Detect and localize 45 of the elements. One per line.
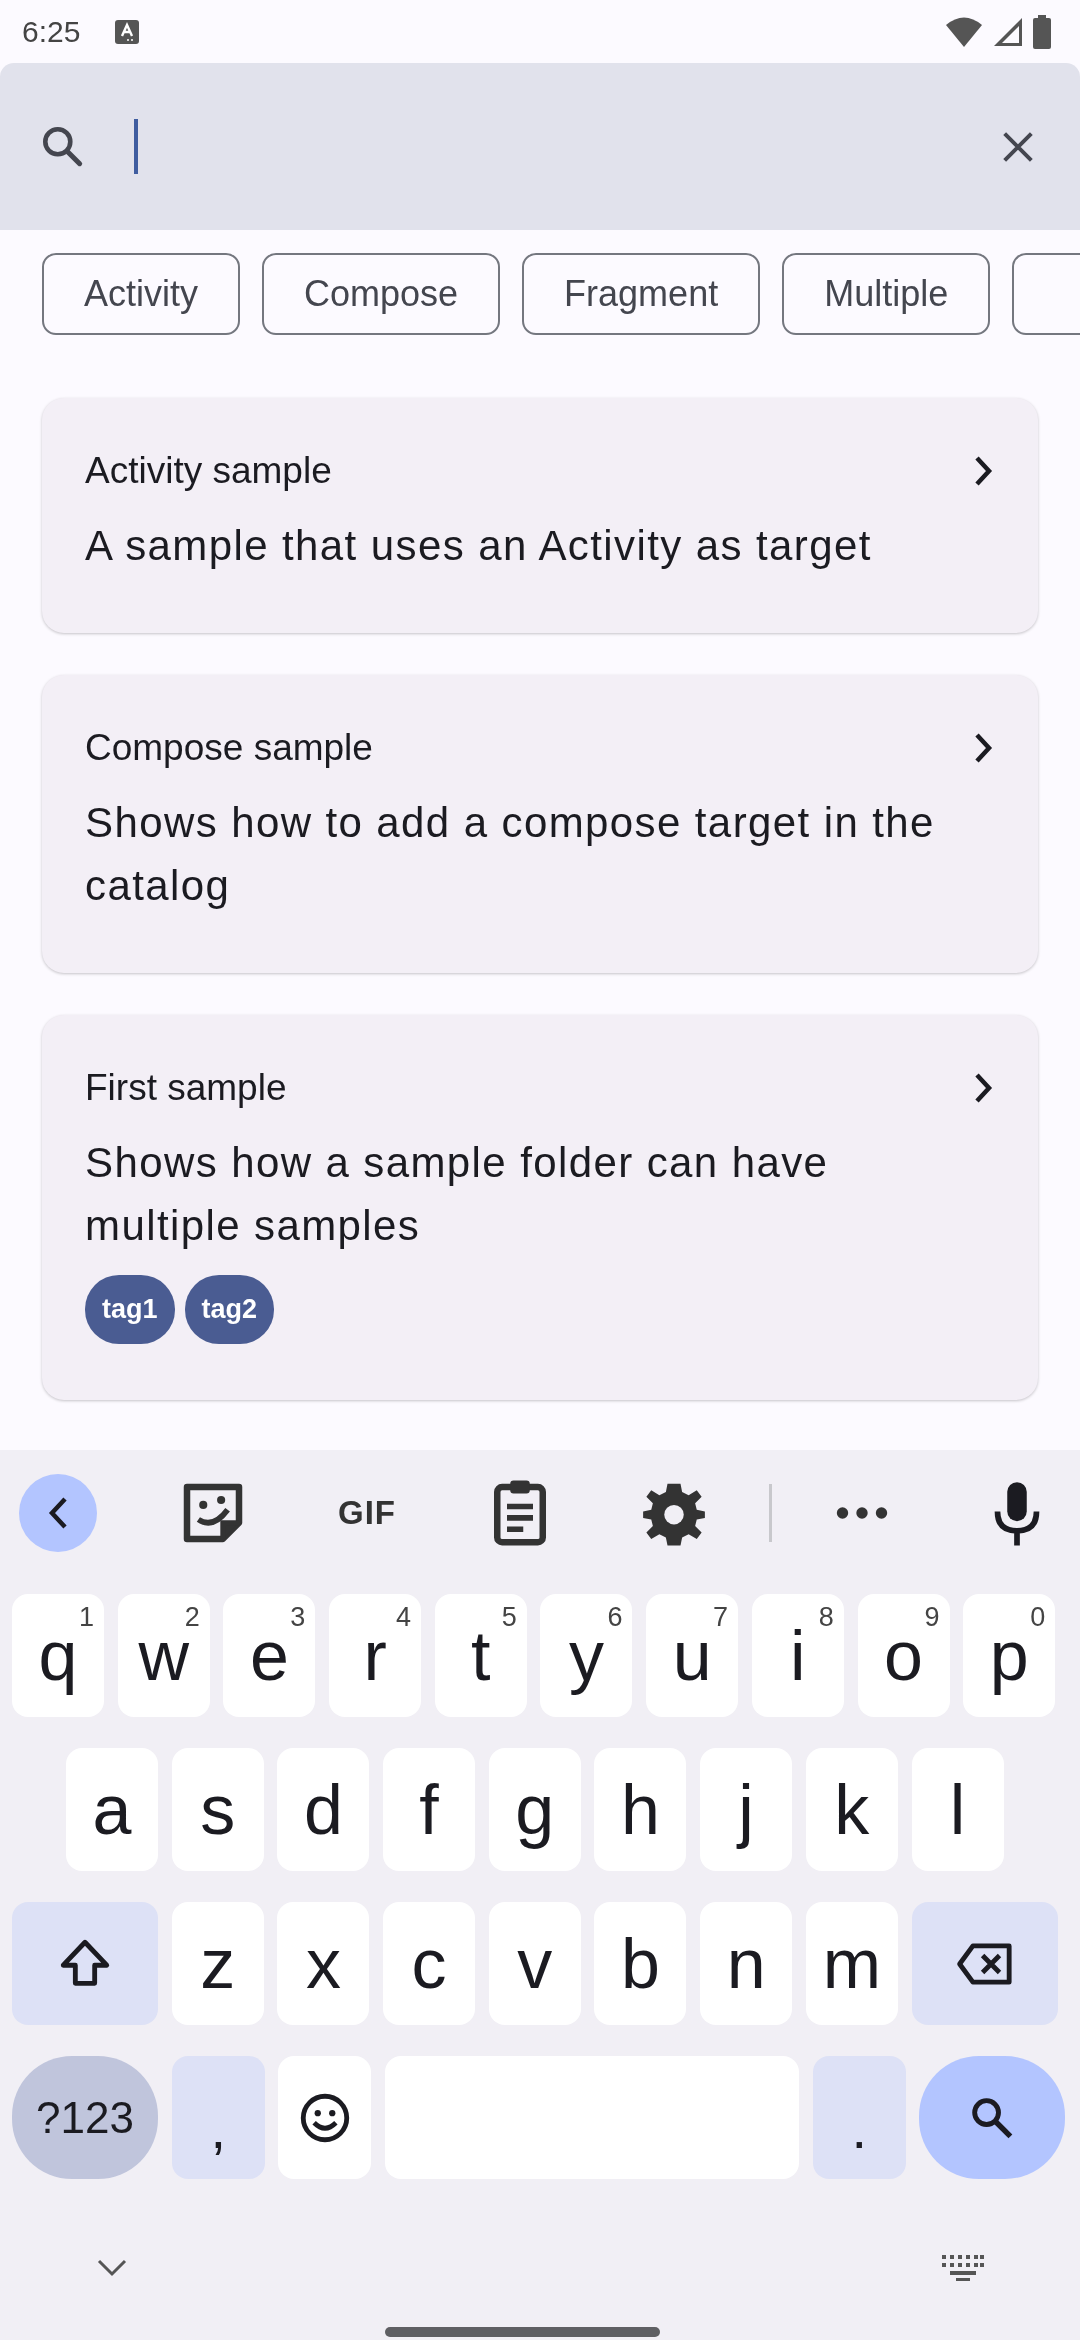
symbols-key[interactable]: ?123 — [12, 2056, 158, 2179]
backspace-key[interactable] — [911, 1902, 1058, 2025]
filter-chip[interactable]: Compose — [262, 253, 501, 335]
sample-description: A sample that uses an Activity as target — [85, 521, 873, 571]
keyboard-key[interactable]: , — [171, 2056, 265, 2179]
keyboard-key[interactable]: g — [488, 1748, 581, 1871]
keyboard-key[interactable]: n — [700, 1902, 793, 2025]
tag-label: tag2 — [184, 1275, 275, 1344]
keyboard-key[interactable]: h — [594, 1748, 687, 1871]
sample-card[interactable]: Compose sample Shows how to add a compose target in the catalog — [42, 675, 1038, 973]
keyboard-key[interactable]: z — [171, 1902, 264, 2025]
keyboard-key[interactable]: a — [66, 1748, 158, 1871]
keyboard-icon[interactable] — [942, 2255, 984, 2281]
keyboard-key[interactable]: j — [700, 1748, 793, 1871]
sample-card[interactable]: Activity sample A sample that uses an Activity as target — [42, 398, 1038, 633]
keyboard-key[interactable]: d — [277, 1748, 370, 1871]
keyboard-key[interactable]: c — [383, 1902, 476, 2025]
filter-chip[interactable]: Fragment — [522, 253, 761, 335]
keyboard-key[interactable]: x — [277, 1902, 370, 2025]
sample-title: First sample — [85, 1068, 287, 1108]
tag-label: tag1 — [85, 1275, 175, 1344]
keyboard-key[interactable]: l — [911, 1748, 1004, 1871]
sample-description: Shows how a sample folder can have multiple samples — [85, 1138, 830, 1251]
gif-button[interactable]: GIF — [328, 1494, 406, 1532]
sample-title: Activity sample — [85, 451, 332, 491]
chevron-left-icon — [47, 1496, 69, 1530]
wifi-icon — [944, 15, 984, 48]
keyboard-key[interactable]: f — [383, 1748, 476, 1871]
status-time: 6:25 — [22, 14, 81, 49]
keyboard-key[interactable]: b — [594, 1902, 687, 2025]
keyboard-key[interactable]: m — [805, 1902, 898, 2025]
filter-chip[interactable]: Multiple — [782, 253, 991, 335]
chevron-down-icon[interactable] — [97, 2259, 127, 2277]
emoji-key[interactable] — [278, 2056, 372, 2179]
sample-card[interactable]: First sample Shows how a sample folder can have multiple samples tag1 tag2 — [42, 1015, 1038, 1400]
keyboard-key[interactable]: . — [812, 2056, 906, 2179]
shift-key[interactable] — [12, 1902, 158, 2025]
keyboard-key[interactable]: v — [488, 1902, 581, 2025]
notification-icon — [114, 18, 141, 45]
battery-icon — [1032, 14, 1052, 49]
sample-title: Compose sample — [85, 728, 373, 768]
sample-description: Shows how to add a compose target in the catalog — [85, 798, 936, 911]
keyboard-key[interactable]: s — [171, 1748, 264, 1871]
keyboard-key[interactable]: k — [805, 1748, 898, 1871]
filter-chip[interactable]: Activity — [42, 253, 240, 335]
